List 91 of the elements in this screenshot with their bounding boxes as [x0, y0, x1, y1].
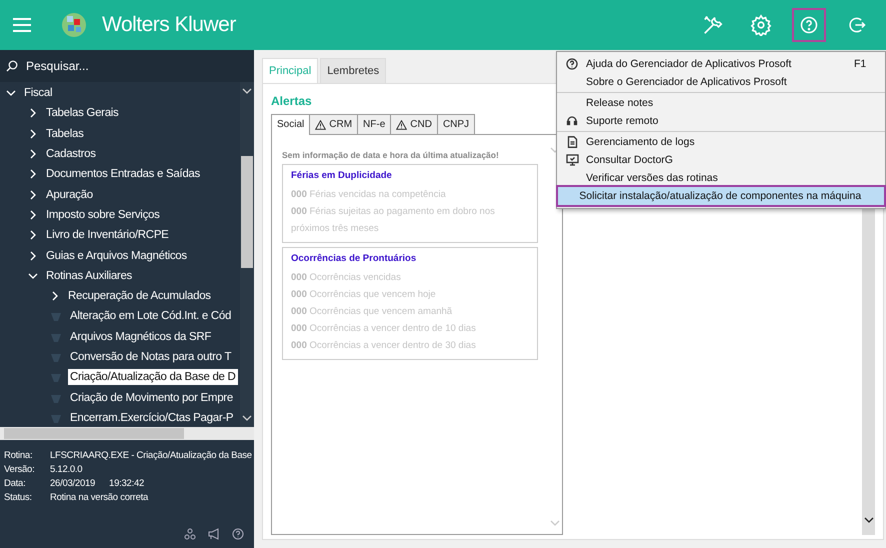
- help-icon: [799, 15, 819, 35]
- group-title: Férias em Duplicidade: [291, 170, 393, 181]
- tree-item[interactable]: Fiscal: [22, 85, 54, 102]
- collapse-icon[interactable]: [28, 270, 38, 281]
- tree-item[interactable]: Guias e Arquivos Magnéticos: [44, 248, 189, 264]
- shortcut: F1: [854, 58, 866, 70]
- expand-icon[interactable]: [28, 169, 38, 180]
- alert-line: 000 Ocorrências vencidas: [291, 271, 402, 285]
- search-bar[interactable]: Pesquisar...: [0, 50, 254, 82]
- tree-item[interactable]: Cadastros: [44, 146, 98, 162]
- tree-item[interactable]: Alteração em Lote Cód.Int. e Cód: [68, 308, 234, 324]
- warning-icon: [315, 120, 326, 130]
- collapse-icon[interactable]: [6, 88, 16, 98]
- alert-line: 000 Ocorrências que vencem hoje: [291, 288, 437, 302]
- tree-item[interactable]: Tabelas: [44, 126, 86, 142]
- routine-icon: [50, 310, 62, 322]
- info-value: LFSCRIAARQ.EXE - Criação/Atualização da Base: [50, 450, 252, 461]
- scrollbar[interactable]: [240, 82, 254, 427]
- expand-icon[interactable]: [28, 250, 38, 261]
- menu-item[interactable]: Sobre o Gerenciador de Aplicativos Prosoft: [558, 73, 884, 91]
- tree-item[interactable]: Tabelas Gerais: [44, 105, 121, 122]
- tools-icon: [702, 14, 724, 36]
- expand-icon[interactable]: [28, 190, 38, 200]
- info-label: Data:: [4, 478, 26, 489]
- help-button[interactable]: [792, 8, 826, 42]
- expand-icon[interactable]: [28, 128, 38, 139]
- menu-item[interactable]: Ajuda do Gerenciador de Aplicativos Prosoft F1: [558, 55, 884, 73]
- menu-item[interactable]: Release notes: [558, 94, 884, 112]
- tree-item[interactable]: Conversão de Notas para outro T: [68, 349, 234, 365]
- exit-icon: [847, 15, 867, 35]
- tree-item[interactable]: Encerram.Exercício/Ctas Pagar-P: [68, 410, 236, 426]
- info-label: Status:: [4, 492, 33, 503]
- search-icon: [6, 60, 18, 72]
- tree-item[interactable]: Criação/Atualização da Base de D: [68, 369, 238, 386]
- menu-item[interactable]: Solicitar instalação/atualização de componentes na máquina: [558, 187, 884, 205]
- info-value: Rotina na versão correta: [50, 492, 148, 503]
- group-title: Ocorrências de Prontuários: [291, 253, 418, 264]
- scroll-down-icon[interactable]: [864, 515, 874, 525]
- document-icon: [566, 136, 578, 148]
- tree-item[interactable]: Recuperação de Acumulados: [66, 288, 213, 304]
- horizontal-scrollbar[interactable]: [0, 427, 254, 440]
- update-notice: Sem informação de data e hora da última atualização!: [282, 150, 500, 160]
- expand-icon[interactable]: [28, 108, 38, 118]
- alert-tab[interactable]: Social: [271, 114, 310, 135]
- expand-icon[interactable]: [28, 210, 38, 220]
- alert-tab[interactable]: CRM: [309, 114, 358, 134]
- alert-tab[interactable]: NF-e: [357, 114, 392, 134]
- tree-item[interactable]: Imposto sobre Serviços: [44, 206, 162, 223]
- logo-icon: [60, 11, 88, 39]
- network-icon[interactable]: [184, 528, 196, 540]
- expand-icon[interactable]: [28, 230, 38, 240]
- info-value: 5.12.0.0: [50, 464, 82, 475]
- alert-line: 000 Férias sujeitas ao pagamento em dobro nos próximos três meses: [291, 205, 496, 236]
- info-value: 26/03/2019: [50, 478, 96, 489]
- expand-icon[interactable]: [50, 291, 60, 302]
- tree-item[interactable]: Apuração: [44, 186, 95, 203]
- section-title: Alertas: [271, 94, 312, 108]
- help-icon[interactable]: [232, 528, 244, 540]
- info-label: Rotina:: [4, 450, 34, 461]
- megaphone-icon[interactable]: [208, 528, 220, 540]
- warning-icon: [396, 120, 408, 130]
- tree-item[interactable]: Criação de Movimento por Empre: [68, 390, 235, 406]
- menu-item[interactable]: Gerenciamento de logs: [558, 133, 884, 151]
- menu-item[interactable]: Verificar versões das rotinas: [558, 169, 884, 187]
- menu-item[interactable]: Consultar DoctorG: [558, 151, 884, 169]
- menu-item[interactable]: Suporte remoto: [558, 112, 884, 130]
- alert-line: 000 Ocorrências a vencer dentro de 10 dias: [291, 322, 477, 336]
- expand-icon[interactable]: [28, 149, 38, 160]
- headset-icon: [566, 115, 578, 127]
- search-field[interactable]: Pesquisar...: [24, 58, 248, 74]
- tree-item[interactable]: Rotinas Auxiliares: [44, 268, 134, 284]
- help-icon: [566, 58, 578, 70]
- tab[interactable]: Lembretes: [320, 58, 386, 83]
- settings-icon: [750, 14, 772, 36]
- info-label: Versão:: [4, 464, 36, 475]
- alert-tab[interactable]: CNPJ: [436, 114, 476, 134]
- scroll-up-icon[interactable]: [242, 86, 252, 96]
- monitor-icon: [566, 154, 578, 166]
- scroll-down-icon[interactable]: [242, 413, 252, 423]
- alert-line: 000 Ocorrências a vencer dentro de 30 dias: [291, 339, 477, 353]
- alert-line: 000 Férias vencidas na competência: [291, 188, 447, 202]
- info-time: 19:32:42: [109, 478, 144, 489]
- routine-icon: [50, 371, 62, 384]
- routine-icon: [50, 351, 62, 363]
- tree-item[interactable]: Arquivos Magnéticos da SRF: [68, 328, 214, 345]
- brand-name: Wolters Kluwer: [102, 13, 236, 37]
- alert-tab[interactable]: CND: [390, 114, 438, 134]
- tree-item[interactable]: Documentos Entradas e Saídas: [44, 166, 202, 182]
- alert-line: 000 Ocorrências que vencem amanhã: [291, 305, 454, 319]
- tree-item[interactable]: Livro de Inventário/RCPE: [44, 227, 171, 244]
- menu-icon[interactable]: [12, 17, 32, 33]
